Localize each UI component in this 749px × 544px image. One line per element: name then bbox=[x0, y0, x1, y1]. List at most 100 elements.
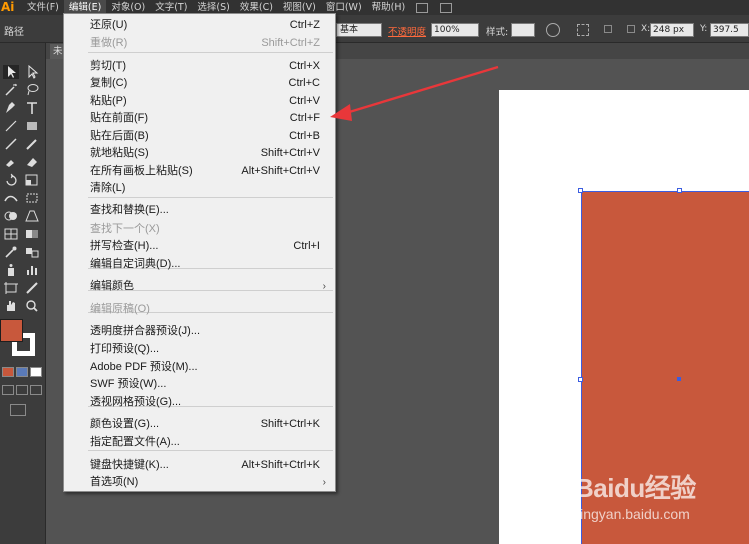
zoom-tool-icon[interactable] bbox=[24, 299, 40, 313]
transform-icon[interactable] bbox=[604, 25, 612, 33]
edit-menu-item[interactable]: 拼写检查(H)... Ctrl+I bbox=[64, 238, 335, 255]
mesh-tool-icon[interactable] bbox=[3, 227, 19, 241]
gradient-tool-icon[interactable] bbox=[24, 227, 40, 241]
menu-item-label: 贴在前面(F) bbox=[90, 112, 149, 124]
menu-item-label: 打印预设(Q)... bbox=[90, 343, 160, 355]
shape-builder-tool-icon[interactable] bbox=[3, 209, 19, 223]
edit-menu-item[interactable]: 颜色设置(G)... Shift+Ctrl+K bbox=[64, 416, 335, 433]
menu-item-label: 查找下一个(X) bbox=[90, 223, 160, 235]
rectangle-tool-icon[interactable] bbox=[24, 119, 40, 133]
edit-menu-item[interactable]: 编辑颜色 › bbox=[64, 278, 335, 295]
eraser-tool-icon[interactable] bbox=[24, 155, 40, 169]
graphic-style-picker[interactable] bbox=[511, 23, 535, 37]
pen-tool-icon[interactable] bbox=[3, 101, 19, 115]
menu-item-label: 指定配置文件(A)... bbox=[90, 436, 180, 448]
watermark-url: jingyan.baidu.com bbox=[577, 506, 690, 522]
stroke-profile-select[interactable]: 基本 bbox=[336, 23, 382, 37]
menu-item-label: Adobe PDF 预设(M)... bbox=[90, 361, 198, 373]
perspective-grid-tool-icon[interactable] bbox=[24, 209, 40, 223]
selection-handle[interactable] bbox=[578, 188, 583, 193]
edit-menu-item[interactable]: Adobe PDF 预设(M)... bbox=[64, 359, 335, 376]
edit-menu-item[interactable]: 透明度拼合器预设(J)... bbox=[64, 323, 335, 340]
rotate-tool-icon[interactable] bbox=[3, 173, 19, 187]
edit-menu-item[interactable]: 查找和替换(E)... bbox=[64, 202, 335, 219]
opacity-link[interactable]: 不透明度 bbox=[388, 24, 426, 38]
menu-item-label: 在所有画板上粘贴(S) bbox=[90, 165, 193, 177]
y-position-input[interactable]: 397.5 bbox=[710, 23, 749, 37]
edit-menu-item[interactable]: 键盘快捷键(K)... Alt+Shift+Ctrl+K bbox=[64, 457, 335, 474]
edit-menu-item[interactable]: 首选项(N) › bbox=[64, 474, 335, 491]
edit-menu-item: 重做(R) Shift+Ctrl+Z bbox=[64, 35, 335, 52]
menu-item-label: 编辑原稿(O) bbox=[90, 303, 150, 315]
bridge-icon[interactable] bbox=[416, 2, 429, 13]
x-label: X: bbox=[641, 24, 651, 34]
menu-item-shortcut: Ctrl+X bbox=[289, 60, 320, 72]
edit-menu-item[interactable]: 粘贴(P) Ctrl+V bbox=[64, 93, 335, 110]
menu-item-label: 编辑自定词典(D)... bbox=[90, 258, 181, 270]
edit-menu-item[interactable]: 编辑自定词典(D)... bbox=[64, 256, 335, 273]
fill-color-swatch[interactable] bbox=[0, 319, 23, 342]
edit-menu-item[interactable]: 指定配置文件(A)... bbox=[64, 434, 335, 451]
direct-selection-tool-icon[interactable] bbox=[24, 65, 40, 79]
recolor-artwork-icon[interactable] bbox=[546, 23, 560, 37]
magic-wand-tool-icon[interactable] bbox=[3, 83, 19, 97]
selection-tool-icon[interactable] bbox=[3, 65, 19, 79]
draw-inside-icon[interactable] bbox=[30, 385, 42, 395]
symbol-sprayer-tool-icon[interactable] bbox=[3, 263, 19, 277]
eyedropper-tool-icon[interactable] bbox=[3, 245, 19, 259]
edit-menu-item[interactable]: 在所有画板上粘贴(S) Alt+Shift+Ctrl+V bbox=[64, 163, 335, 180]
blob-brush-tool-icon[interactable] bbox=[3, 155, 19, 169]
menu-file[interactable]: 文件(F) bbox=[22, 0, 64, 15]
menu-item-label: 首选项(N) bbox=[90, 476, 139, 488]
paintbrush-tool-icon[interactable] bbox=[3, 137, 19, 151]
menu-help[interactable]: 帮助(H) bbox=[367, 0, 411, 15]
edit-menu-item[interactable]: 贴在后面(B) Ctrl+B bbox=[64, 128, 335, 145]
color-mode-icon[interactable] bbox=[2, 367, 14, 377]
edit-menu-item[interactable]: SWF 预设(W)... bbox=[64, 376, 335, 393]
selection-handle[interactable] bbox=[677, 188, 682, 193]
align-icon[interactable] bbox=[577, 24, 589, 36]
edit-menu-dropdown: 还原(U) Ctrl+Z 重做(R) Shift+Ctrl+Z 剪切(T) Ctrl+X 复… bbox=[63, 13, 336, 492]
menu-item-label: 键盘快捷键(K)... bbox=[90, 459, 169, 471]
edit-menu-item[interactable]: 还原(U) Ctrl+Z bbox=[64, 17, 335, 34]
menu-item-label: 还原(U) bbox=[90, 19, 128, 31]
y-label: Y: bbox=[700, 24, 708, 34]
menu-item-label: SWF 预设(W)... bbox=[90, 378, 167, 390]
scale-tool-icon[interactable] bbox=[24, 173, 40, 187]
edit-menu-item[interactable]: 就地粘贴(S) Shift+Ctrl+V bbox=[64, 145, 335, 162]
line-segment-tool-icon[interactable] bbox=[3, 119, 19, 133]
slice-tool-icon[interactable] bbox=[24, 281, 40, 295]
reference-point-icon[interactable] bbox=[627, 25, 635, 33]
menu-item-label: 复制(C) bbox=[90, 77, 128, 89]
blend-tool-icon[interactable] bbox=[24, 245, 40, 259]
selection-handle[interactable] bbox=[578, 377, 583, 382]
type-tool-icon[interactable] bbox=[24, 101, 40, 115]
free-transform-tool-icon[interactable] bbox=[24, 191, 40, 205]
none-mode-icon[interactable] bbox=[30, 367, 42, 377]
lasso-tool-icon[interactable] bbox=[24, 83, 40, 97]
edit-menu-item[interactable]: 剪切(T) Ctrl+X bbox=[64, 58, 335, 75]
arrange-documents-icon[interactable] bbox=[440, 2, 453, 13]
hand-tool-icon[interactable] bbox=[3, 299, 19, 313]
width-tool-icon[interactable] bbox=[3, 191, 19, 205]
pencil-tool-icon[interactable] bbox=[24, 137, 40, 151]
menu-separator bbox=[88, 197, 333, 198]
screen-mode-icon[interactable] bbox=[10, 404, 26, 416]
x-position-input[interactable]: 248 px bbox=[650, 23, 694, 37]
edit-menu-item[interactable]: 透视网格预设(G)... bbox=[64, 394, 335, 411]
edit-menu-item[interactable]: 打印预设(Q)... bbox=[64, 341, 335, 358]
draw-behind-icon[interactable] bbox=[16, 385, 28, 395]
edit-menu-item[interactable]: 贴在前面(F) Ctrl+F bbox=[64, 110, 335, 127]
menu-item-label: 编辑颜色 bbox=[90, 280, 134, 292]
menu-item-shortcut: Shift+Ctrl+K bbox=[260, 418, 320, 430]
edit-menu-item[interactable]: 复制(C) Ctrl+C bbox=[64, 75, 335, 92]
menu-item-shortcut: Ctrl+I bbox=[293, 240, 320, 252]
draw-normal-icon[interactable] bbox=[2, 385, 14, 395]
gradient-mode-icon[interactable] bbox=[16, 367, 28, 377]
column-graph-tool-icon[interactable] bbox=[24, 263, 40, 277]
submenu-arrow-icon: › bbox=[322, 281, 326, 292]
artboard-tool-icon[interactable] bbox=[3, 281, 19, 295]
menu-item-label: 粘贴(P) bbox=[90, 95, 127, 107]
opacity-input[interactable]: 100% bbox=[431, 23, 479, 37]
edit-menu-item[interactable]: 清除(L) bbox=[64, 180, 335, 197]
